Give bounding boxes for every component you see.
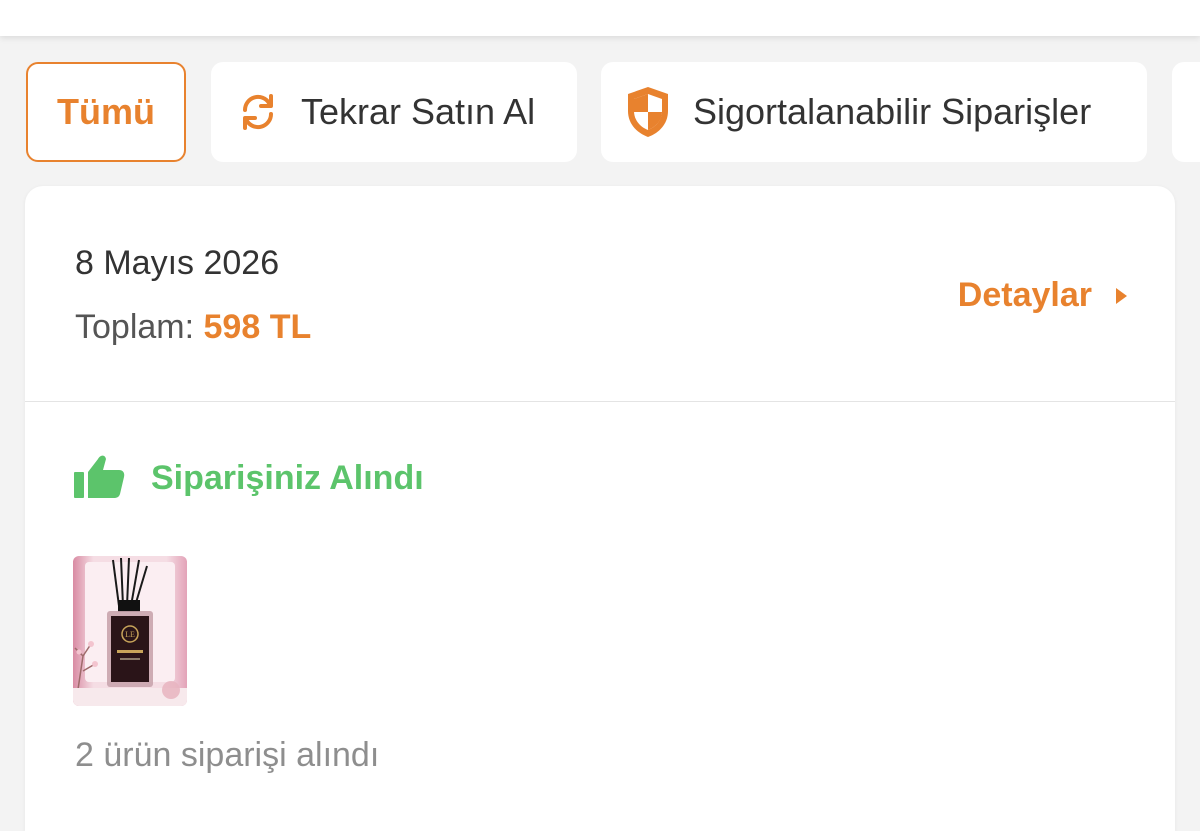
refresh-icon	[237, 91, 279, 133]
order-total: Toplam: 598 TL	[75, 308, 311, 347]
order-items-summary: 2 ürün siparişi alındı	[75, 736, 380, 774]
filter-tab-all[interactable]: Tümü	[26, 62, 186, 162]
filter-tab-insurable[interactable]: Sigortalanabilir Siparişler	[601, 62, 1147, 162]
order-date: 8 Mayıs 2026	[75, 244, 280, 282]
order-details-link[interactable]: Detaylar	[958, 276, 1127, 315]
order-status-text: Siparişiniz Alındı	[151, 459, 424, 497]
filter-tab-insurable-label: Sigortalanabilir Siparişler	[693, 91, 1092, 132]
card-divider	[25, 401, 1175, 402]
order-status: Siparişiniz Alındı	[73, 452, 424, 505]
filter-tab-more[interactable]	[1172, 62, 1200, 162]
filter-tab-all-label: Tümü	[57, 91, 155, 132]
order-card: 8 Mayıs 2026 Toplam: 598 TL Detaylar Sip…	[25, 186, 1175, 831]
shield-icon	[625, 85, 671, 139]
product-logo: LE	[125, 630, 135, 639]
order-total-amount: 598 TL	[203, 308, 312, 346]
product-thumbnail[interactable]: LE	[73, 556, 187, 706]
filter-tab-rebuy[interactable]: Tekrar Satın Al	[211, 62, 577, 162]
order-details-label: Detaylar	[957, 276, 1092, 314]
filter-tab-rebuy-label: Tekrar Satın Al	[301, 91, 536, 132]
order-total-label: Toplam:	[75, 308, 195, 346]
chevron-right-icon	[1116, 287, 1127, 304]
top-bar	[0, 0, 1200, 36]
thumbs-up-icon	[73, 452, 125, 505]
